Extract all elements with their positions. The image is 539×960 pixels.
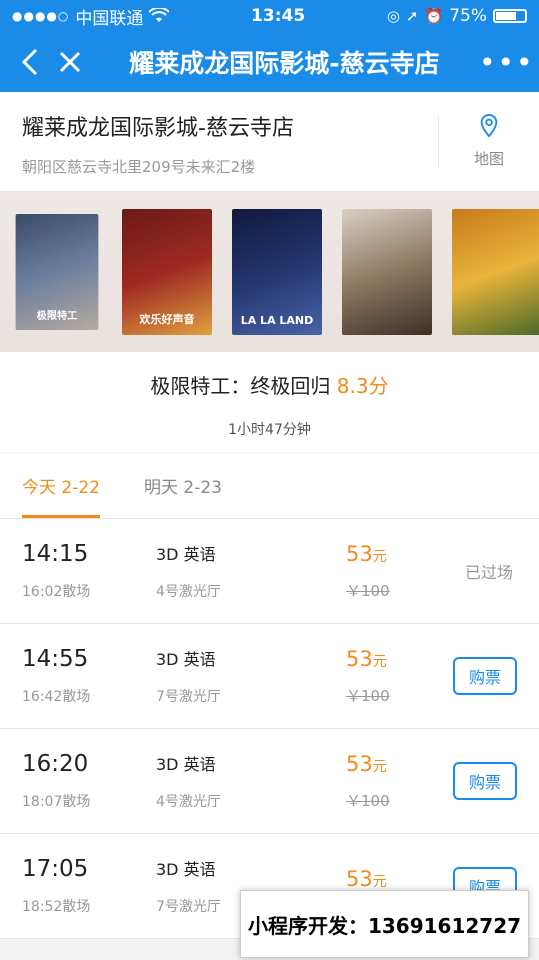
close-icon[interactable] [50,42,90,82]
ad-banner: 小程序开发：13691612727 [240,890,529,958]
signal-icon: ●●●●○ [12,9,70,23]
hall: 4号激光厅 [156,794,221,810]
poster-carousel[interactable]: 极限特工 欢乐好声音 LA LA LAND [0,192,539,352]
more-icon[interactable]: ••• [479,46,533,79]
page-title: 耀莱成龙国际影城-慈云寺店 [129,49,440,78]
tab-today[interactable]: 今天 2-22 [22,453,100,518]
map-label: 地图 [473,150,504,168]
movie-title: 极限特工：终极回归 [150,374,331,398]
nav-bar: 耀莱成龙国际影城-慈云寺店 ••• [0,32,539,92]
battery-percent: 75% [449,6,487,26]
back-icon[interactable] [10,42,50,82]
start-time: 14:55 [22,646,89,672]
poster-caption: LA LA LAND [240,314,314,327]
start-time: 17:05 [22,856,89,882]
map-button[interactable]: 地图 [438,114,539,169]
location-pin-icon [480,114,498,138]
cinema-name: 耀莱成龙国际影城-慈云寺店 [22,116,294,141]
end-time: 16:02散场 [22,584,91,600]
showtime-list: 14:15 16:02散场 3D 英语 4号激光厅 53元 ￥100 已过场 1… [0,519,539,939]
wifi-icon [149,8,170,22]
language: 3D 英语 [156,545,216,564]
cinema-address: 朝阳区慈云寺北里209号未来汇2楼 [22,158,256,176]
language: 3D 英语 [156,650,216,669]
showtime-row: 14:15 16:02散场 3D 英语 4号激光厅 53元 ￥100 已过场 [0,519,539,624]
cinema-info: 耀莱成龙国际影城-慈云寺店 朝阳区慈云寺北里209号未来汇2楼 地图 [0,92,539,192]
poster-caption: 欢乐好声音 [139,313,195,326]
original-price: ￥100 [346,791,390,810]
price: 53元 [346,867,387,891]
price: 53元 [346,541,387,566]
date-tabs: 今天 2-22 明天 2-23 [0,453,539,519]
carrier-label: 中国联通 [75,8,144,29]
status-bar: ●●●●○ 中国联通 13:45 ◎ ➚ ⏰ 75% [0,0,539,32]
end-time: 16:42散场 [22,689,91,705]
alarm-icon: ⏰ [424,7,444,25]
original-price: ￥100 [346,581,390,600]
price: 53元 [346,646,387,671]
movie-poster[interactable] [452,209,539,335]
end-time: 18:52散场 [22,899,91,915]
buy-ticket-button[interactable]: 购票 [453,762,517,800]
showtime-row: 16:20 18:07散场 3D 英语 4号激光厅 53元 ￥100 购票 [0,729,539,834]
start-time: 16:20 [22,751,89,777]
showtime-row: 14:55 16:42散场 3D 英语 7号激光厅 53元 ￥100 购票 [0,624,539,729]
language: 3D 英语 [156,860,216,879]
rotation-lock-icon: ◎ [386,7,400,25]
start-time: 14:15 [22,541,89,567]
language: 3D 英语 [156,755,216,774]
poster-caption: 极限特工 [36,309,78,322]
original-price: ￥100 [346,686,390,705]
price: 53元 [346,751,387,776]
movie-poster[interactable]: 极限特工 [15,214,99,330]
clock: 13:45 [251,6,306,26]
movie-duration: 1小时47分钟 [228,422,311,438]
movie-poster[interactable]: LA LA LAND [232,209,322,335]
tab-tomorrow[interactable]: 明天 2-23 [144,453,222,518]
movie-poster[interactable]: 欢乐好声音 [122,209,212,335]
hall: 7号激光厅 [156,689,221,705]
movie-info: 极限特工：终极回归 8.3分 1小时47分钟 [0,352,539,452]
movie-score: 8.3分 [336,374,389,398]
movie-poster[interactable] [342,209,432,335]
end-time: 18:07散场 [22,794,91,810]
hall: 4号激光厅 [156,584,221,600]
location-arrow-icon: ➚ [405,7,419,25]
buy-ticket-button[interactable]: 购票 [453,657,517,695]
battery-icon [492,9,527,23]
expired-label: 已过场 [464,563,513,582]
